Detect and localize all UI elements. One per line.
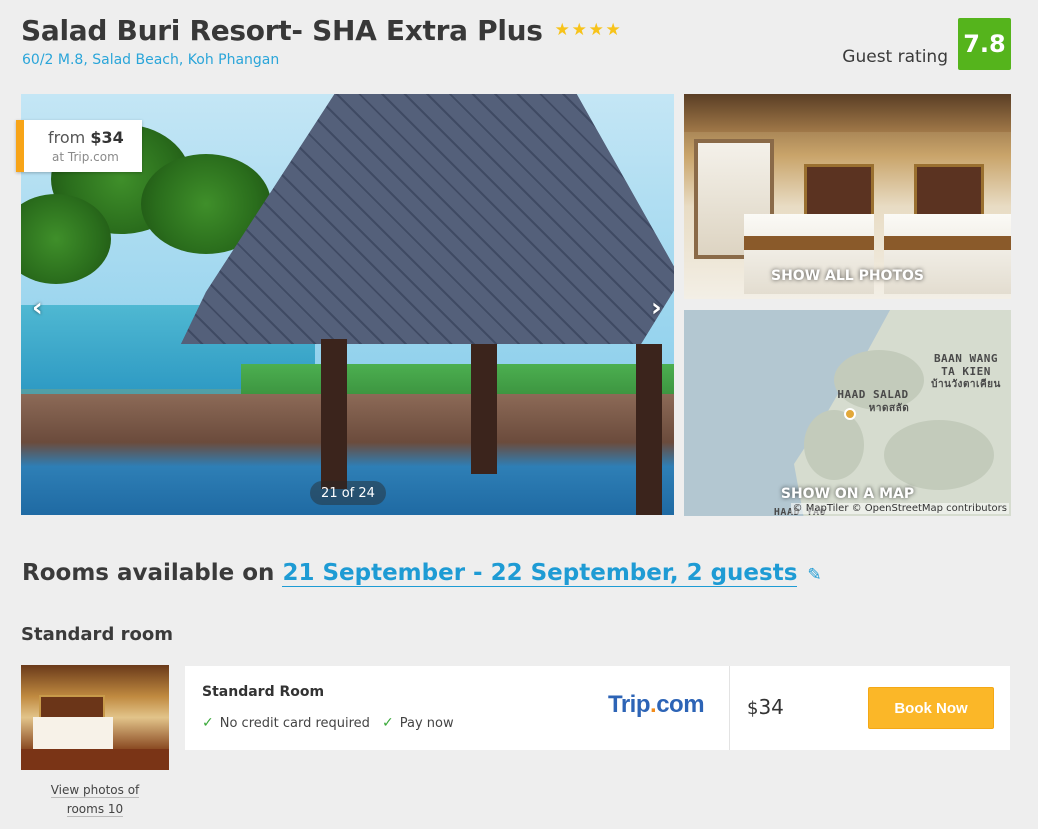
map-terrain (834, 350, 924, 410)
map-label-baan-wang-thai: บ้านวังตาเคียน (931, 379, 1001, 390)
feature-pay-now: ✓ Pay now (382, 715, 454, 731)
price-currency: $ (747, 698, 759, 719)
star-icon: ★ (571, 20, 587, 40)
hotel-name: Salad Buri Resort- SHA Extra Plus (21, 14, 543, 47)
price-from-value: $34 (90, 128, 124, 147)
offer-card: Standard Room ✓ No credit card required … (185, 666, 1010, 750)
show-on-map-label: SHOW ON A MAP (780, 486, 915, 502)
dates-guests-link[interactable]: 21 September - 22 September, 2 guests (282, 560, 798, 587)
map-attribution[interactable]: © MapTiler © OpenStreetMap contributors (790, 503, 1009, 514)
rooms-heading-prefix: Rooms available on (22, 560, 275, 586)
price-from-site: at Trip.com (52, 150, 119, 164)
room-headboard (914, 164, 984, 219)
room-thumbnail[interactable] (21, 665, 169, 770)
next-photo-arrow-icon[interactable]: › (651, 293, 662, 323)
hotel-location-pin-icon (844, 408, 856, 420)
price-from-text: from $34 (48, 128, 124, 147)
thumb-bed (33, 717, 113, 749)
room-headboard (804, 164, 874, 219)
show-all-photos-label: SHOW ALL PHOTOS (771, 268, 924, 284)
photo-pillar (321, 339, 347, 489)
room-bed-runner (884, 236, 1011, 250)
view-photos-line1: View photos of (50, 783, 140, 798)
provider-logo-main: Trip (608, 691, 651, 718)
photo-pillar (471, 344, 497, 474)
check-icon: ✓ (202, 715, 214, 731)
star-icon: ★ (588, 20, 604, 40)
provider-logo-suffix: com (656, 691, 705, 718)
show-all-photos-tile[interactable]: SHOW ALL PHOTOS (684, 94, 1011, 299)
view-photos-line2: rooms 10 (66, 802, 124, 817)
offer-price: $34 (747, 695, 784, 719)
map-terrain (884, 420, 994, 490)
map-label-haad-salad: HAAD SALAD (837, 388, 909, 401)
map-terrain (804, 410, 864, 480)
thumb-headboard (39, 695, 105, 719)
star-icon: ★ (605, 20, 621, 40)
hotel-title: Salad Buri Resort- SHA Extra Plus ★ ★ ★ … (21, 14, 621, 47)
map-label-haad-salad-thai: หาดสลัด (868, 403, 910, 414)
price-amount: 34 (758, 695, 784, 719)
view-room-photos-link[interactable]: View photos of rooms 10 (21, 781, 169, 819)
room-ceiling (684, 94, 1011, 132)
prev-photo-arrow-icon[interactable]: ‹ (32, 293, 43, 323)
edit-pencil-icon[interactable]: ✎ (807, 565, 821, 585)
photo-pillar (636, 344, 662, 515)
provider-logo: Trip.com (608, 691, 705, 719)
check-icon: ✓ (382, 715, 394, 731)
rooms-available-heading: Rooms available on 21 September - 22 Sep… (22, 560, 822, 587)
offer-room-name: Standard Room (202, 684, 325, 700)
room-bed-runner (744, 236, 874, 250)
offer-divider (729, 666, 730, 750)
photo-counter: 21 of 24 (310, 481, 386, 505)
star-rating: ★ ★ ★ ★ (555, 22, 621, 39)
room-type-heading: Standard room (21, 624, 173, 645)
show-on-map-tile[interactable]: BAAN WANG TA KIEN บ้านวังตาเคียน HAAD SA… (684, 310, 1011, 516)
feature-label: No credit card required (219, 715, 370, 731)
hotel-address[interactable]: 60/2 M.8, Salad Beach, Koh Phangan (22, 52, 279, 68)
guest-rating-badge: 7.8 (958, 18, 1011, 70)
thumb-floor (21, 749, 169, 770)
feature-no-credit-card: ✓ No credit card required (202, 715, 370, 731)
star-icon: ★ (554, 20, 570, 40)
price-from-tag[interactable]: from $34 at Trip.com (16, 120, 142, 172)
price-from-prefix: from (48, 128, 86, 147)
map-label-baan-wang: BAAN WANG TA KIEN (933, 352, 999, 378)
guest-rating-label: Guest rating (842, 47, 948, 67)
feature-label: Pay now (399, 715, 454, 731)
book-now-button[interactable]: Book Now (868, 687, 994, 729)
